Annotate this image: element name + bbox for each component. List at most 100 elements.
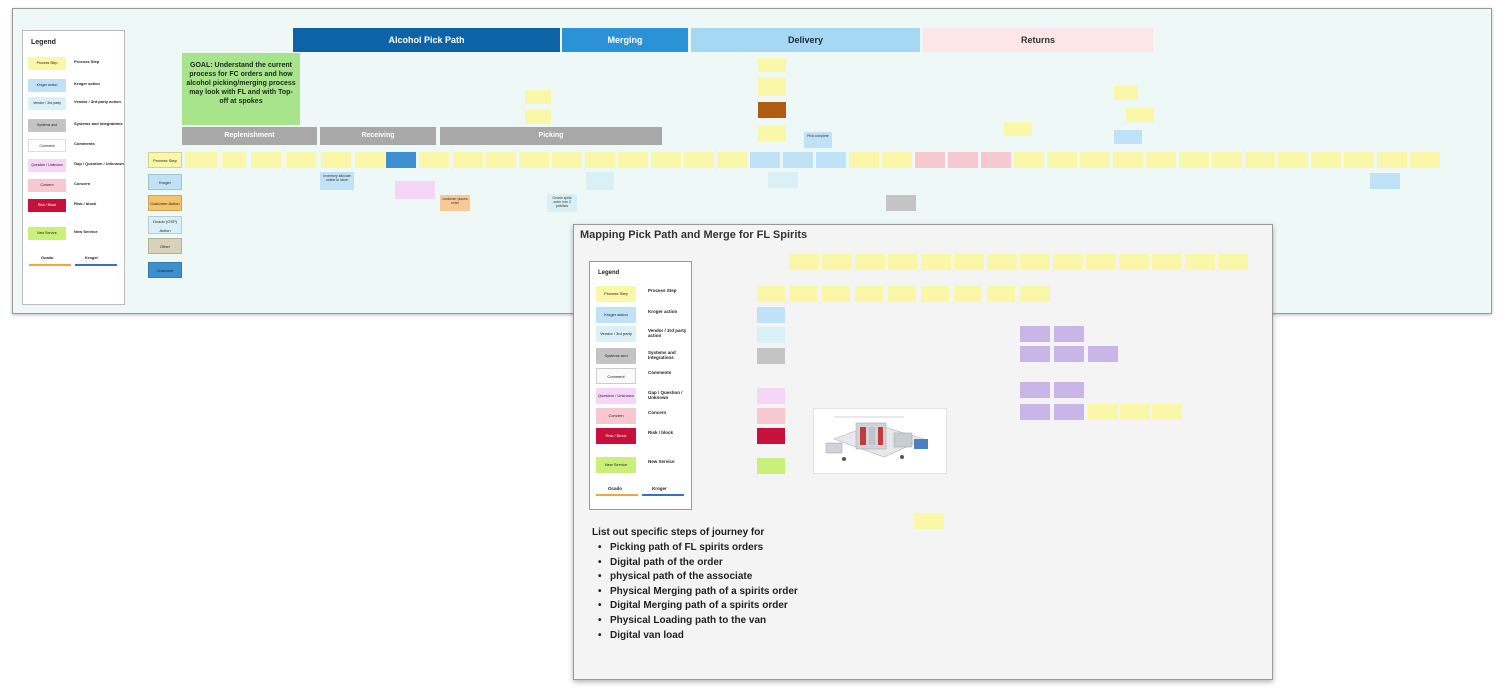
sticky-note bbox=[915, 152, 945, 168]
legend-row: Systems and Integrations Systems and Inte… bbox=[596, 348, 692, 364]
lane-process-step: Process Step bbox=[148, 152, 182, 168]
sticky-note bbox=[822, 286, 850, 302]
sticky-note bbox=[768, 172, 798, 188]
legend-label: New Service bbox=[74, 229, 98, 234]
legend-swatch: Process Step bbox=[28, 57, 66, 70]
sticky-note bbox=[1410, 152, 1440, 168]
sticky-note bbox=[618, 152, 648, 168]
sticky-note bbox=[1020, 404, 1050, 420]
kroger-line bbox=[642, 494, 684, 496]
banner-merging: Merging bbox=[562, 28, 688, 52]
phase-picking: Picking bbox=[440, 127, 662, 145]
legend-row: New Service New Service bbox=[596, 457, 692, 473]
sticky-note bbox=[419, 152, 449, 168]
legend-label: Concern bbox=[74, 181, 91, 186]
sticky-note bbox=[987, 286, 1015, 302]
sticky-note bbox=[717, 152, 747, 168]
legend-title: Legend bbox=[31, 39, 56, 46]
ocado-line bbox=[29, 264, 71, 266]
legend-swatch: Comment bbox=[596, 368, 636, 384]
sticky-note bbox=[1152, 404, 1182, 420]
journey-steps-list: Picking path of FL spirits orders Digita… bbox=[598, 541, 798, 643]
legend-ocado-label: Ocado bbox=[41, 255, 54, 260]
sticky-note bbox=[486, 152, 516, 168]
sticky-note bbox=[757, 369, 785, 385]
legend-label: Process Step bbox=[74, 59, 100, 64]
sticky-note bbox=[1120, 404, 1150, 420]
sticky-note bbox=[1020, 286, 1050, 302]
sticky-note bbox=[758, 102, 786, 118]
sticky-note bbox=[1020, 254, 1050, 270]
sticky-note bbox=[1004, 122, 1032, 136]
panel-title: Mapping Pick Path and Merge for FL Spiri… bbox=[580, 229, 808, 241]
legend-swatch: Risk / Block bbox=[596, 428, 636, 444]
sticky-note bbox=[789, 254, 819, 270]
legend-label: New Service bbox=[648, 459, 675, 464]
sticky-note bbox=[585, 152, 615, 168]
legend-swatch: Vendor / 3rd party action bbox=[596, 326, 636, 342]
legend-row: Concern Concern bbox=[596, 408, 692, 424]
list-item: Picking path of FL spirits orders bbox=[598, 541, 798, 556]
sticky-note bbox=[1344, 152, 1374, 168]
legend-label: Comments bbox=[74, 141, 95, 146]
sticky-note bbox=[222, 152, 246, 168]
warehouse-diagram-image bbox=[813, 408, 947, 474]
legend-row: Kroger action Kroger action bbox=[28, 79, 124, 92]
sticky-note bbox=[1126, 108, 1154, 122]
legend-row: Vendor / 3rd party action Vendor / 3rd pa… bbox=[596, 326, 692, 342]
sticky-note-customer-order: customer places order bbox=[440, 195, 470, 211]
sticky-note bbox=[757, 428, 785, 444]
banner-delivery: Delivery bbox=[691, 28, 920, 52]
kroger-line bbox=[75, 264, 117, 266]
legend-label: Vendor / 3rd party action bbox=[648, 328, 687, 338]
legend-kroger-label: Kroger bbox=[85, 255, 99, 260]
sticky-note bbox=[757, 307, 785, 323]
sticky-note bbox=[855, 254, 885, 270]
legend-row: Kroger action Kroger action bbox=[596, 307, 692, 323]
legend-swatch: Vendor / 3rd party action bbox=[28, 97, 66, 110]
legend-row: Question / Unknown Gap / Question / Unkno… bbox=[28, 159, 124, 172]
sticky-note bbox=[185, 152, 217, 168]
list-item: Digital path of the order bbox=[598, 556, 798, 571]
lane-ocado-action: Ocado (OSP) Action bbox=[148, 216, 182, 234]
legend-label: Comments bbox=[648, 370, 672, 375]
legend-kroger-label: Kroger bbox=[652, 486, 667, 491]
sticky-note bbox=[888, 286, 916, 302]
sticky-note bbox=[758, 126, 786, 142]
sticky-note bbox=[822, 254, 852, 270]
sticky-note bbox=[684, 152, 714, 168]
sticky-note bbox=[525, 110, 551, 124]
legend-label: Risk / block bbox=[74, 201, 97, 206]
sticky-note bbox=[750, 152, 780, 168]
legend-swatch: Question / Unknown bbox=[28, 159, 66, 172]
legend-swatch: Question / Unknown bbox=[596, 388, 636, 404]
legend-swatch: New Service bbox=[596, 457, 636, 473]
sticky-note bbox=[1113, 152, 1143, 168]
sticky-note bbox=[757, 348, 785, 364]
sticky-note bbox=[251, 152, 281, 168]
sticky-note bbox=[286, 152, 316, 168]
legend-label: Kroger action bbox=[74, 81, 101, 86]
sticky-note bbox=[355, 152, 385, 168]
sticky-note bbox=[888, 254, 918, 270]
sticky-note-inventory: Inventory allocate online to store bbox=[320, 172, 354, 190]
legend-ocado-label: Ocado bbox=[608, 486, 623, 491]
sticky-note bbox=[1278, 152, 1308, 168]
lane-customer-action: Customer Action bbox=[148, 195, 182, 211]
legend-row: Risk / Block Risk / block bbox=[28, 199, 124, 212]
sticky-note bbox=[1080, 152, 1110, 168]
sticky-note bbox=[789, 286, 817, 302]
sticky-note bbox=[1212, 152, 1242, 168]
legend-swatch: Systems and Integrations bbox=[596, 348, 636, 364]
legend-row: Comment Comments bbox=[596, 368, 692, 384]
legend-row: Vendor / 3rd party action Vendor / 3rd pa… bbox=[28, 97, 124, 110]
sticky-note bbox=[849, 152, 879, 168]
legend-row: Question / Unknown Gap / Question / Unkno… bbox=[596, 388, 692, 404]
legend-row: Process Step Process Step bbox=[596, 286, 692, 302]
sticky-note bbox=[757, 327, 785, 343]
lane-customer: Customer bbox=[148, 262, 182, 278]
legend-swatch: Process Step bbox=[596, 286, 636, 302]
sticky-note bbox=[758, 58, 786, 72]
sticky-note bbox=[1218, 254, 1248, 270]
banner-returns: Returns bbox=[923, 28, 1153, 52]
